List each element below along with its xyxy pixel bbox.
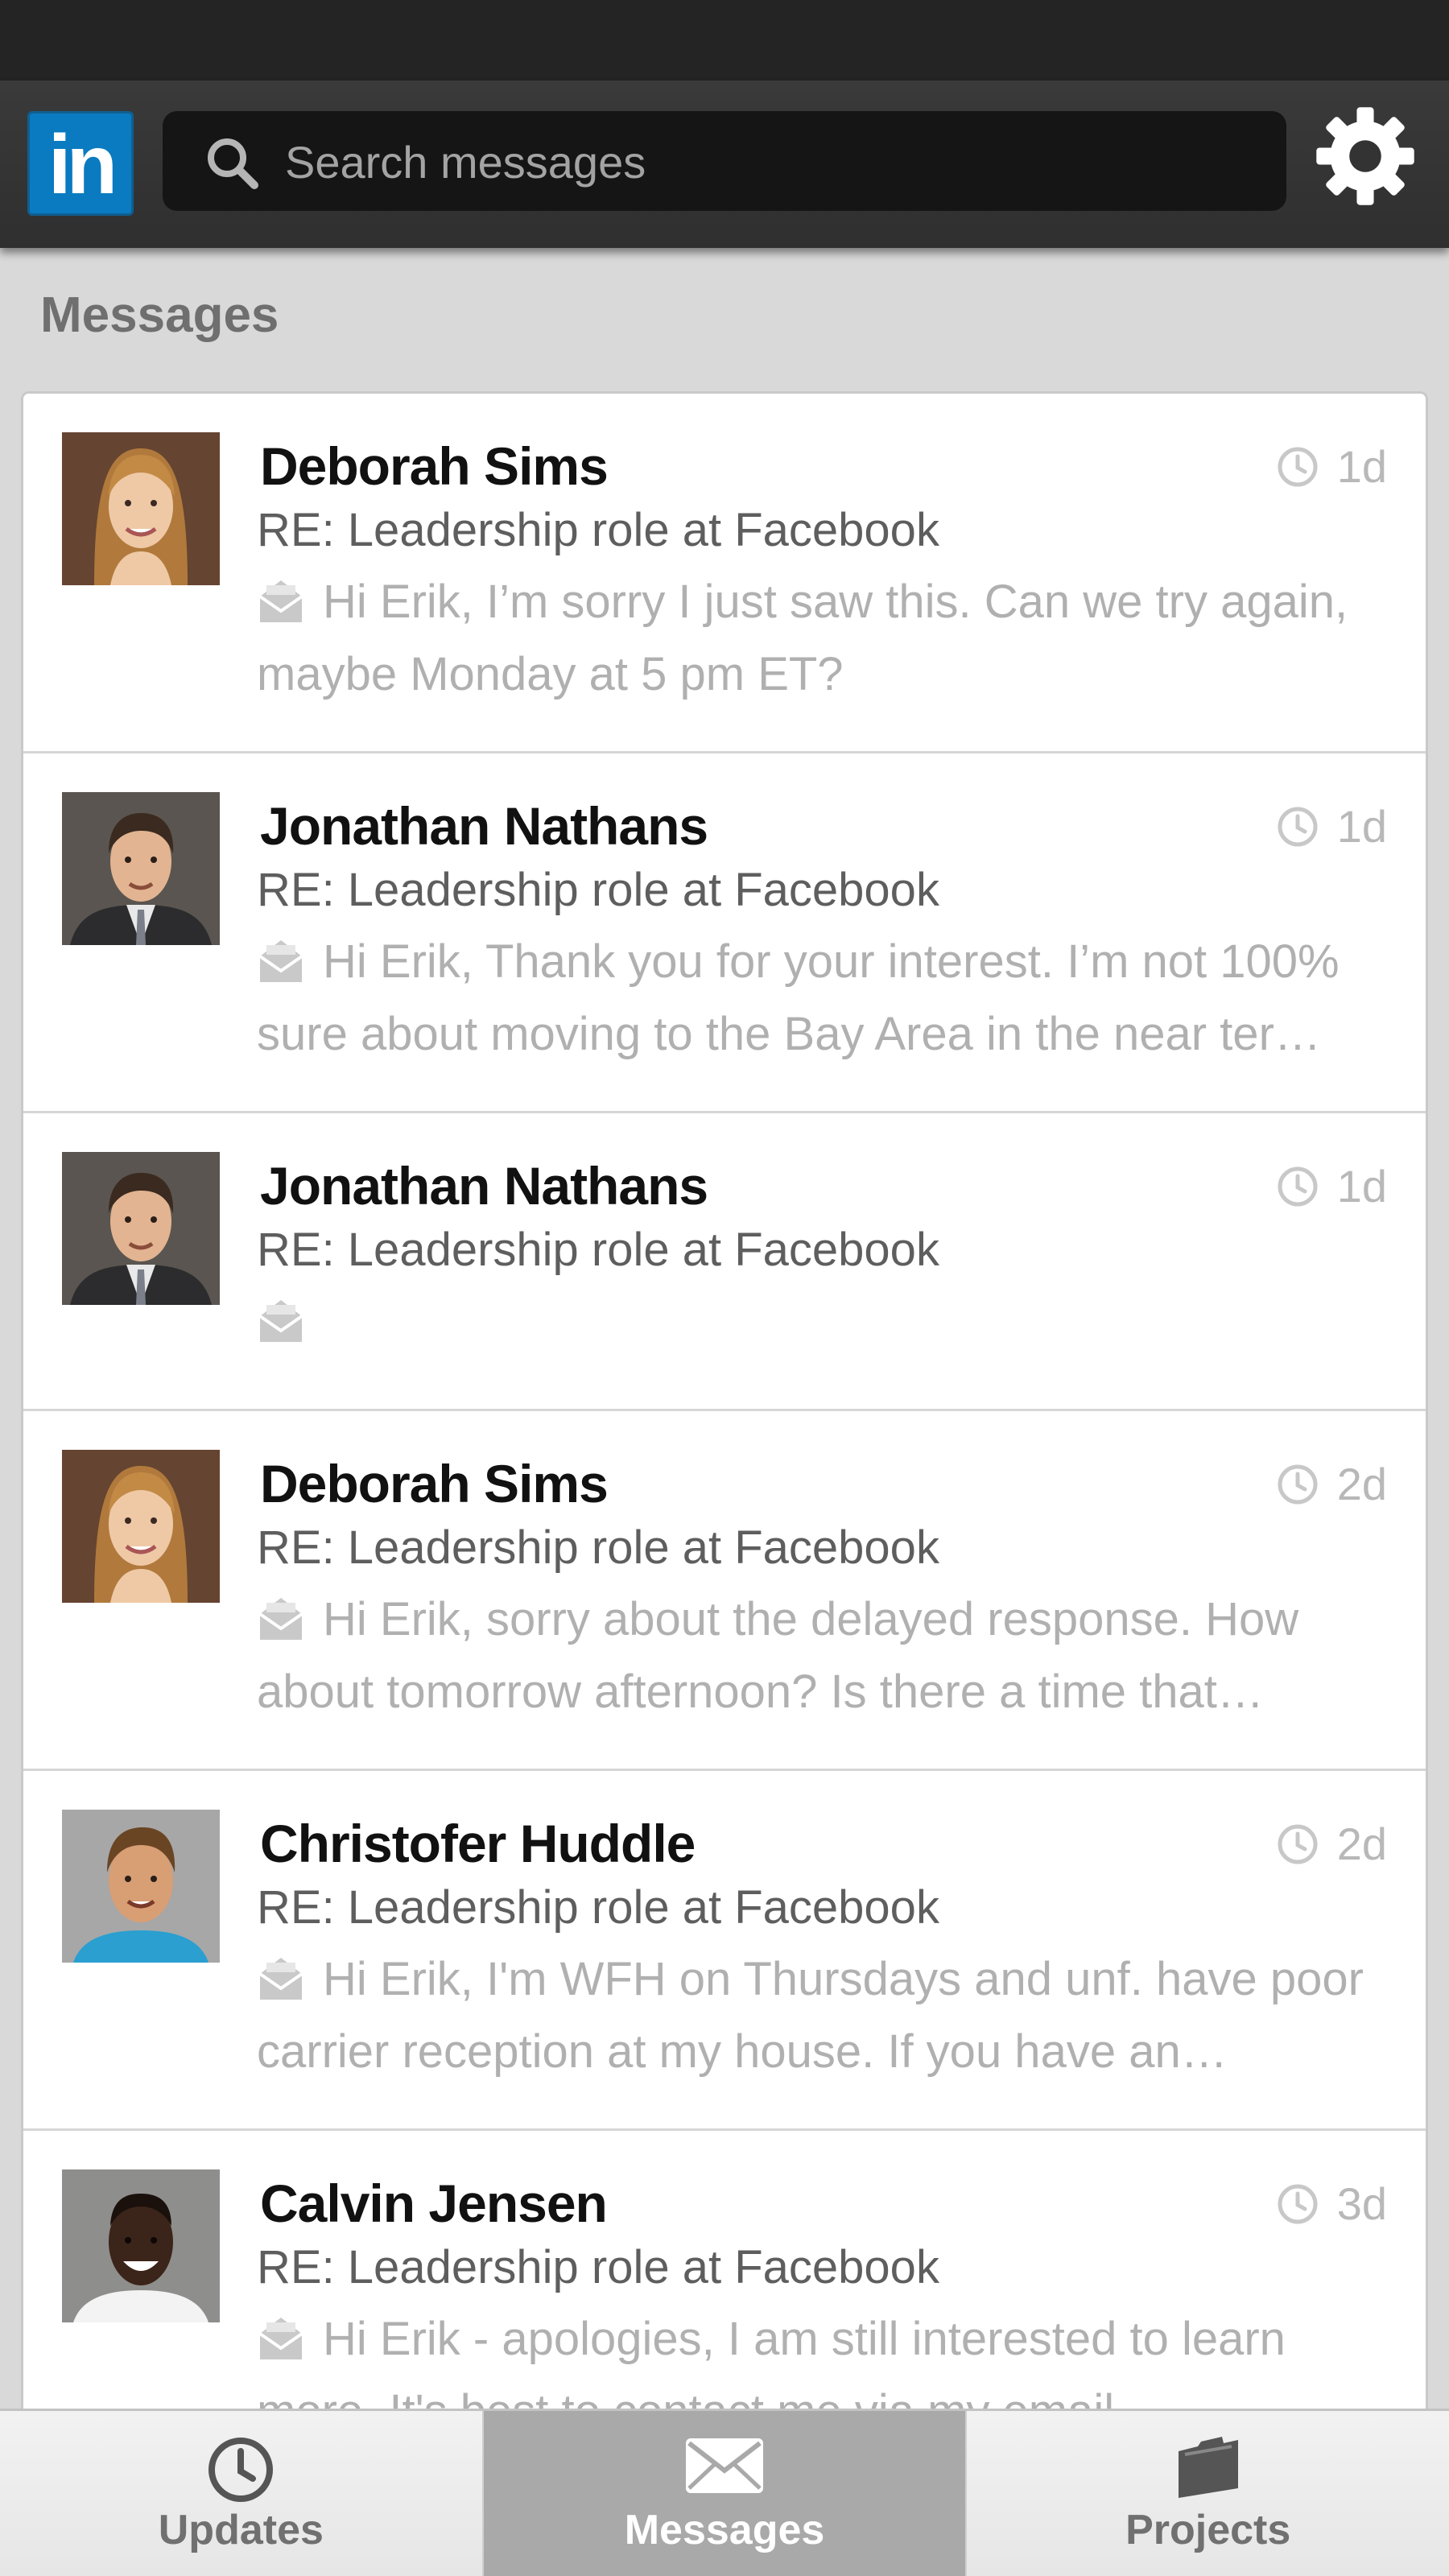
message-list[interactable]: Deborah Sims 1d RE: Leadership role at Fac… (21, 391, 1428, 2409)
avatar (62, 1810, 220, 1963)
sender-name: Christofer Huddle (260, 1814, 696, 1873)
message-preview-text: Hi Erik, I’m sorry I just saw this. Can … (257, 576, 1348, 700)
tab-label: Updates (158, 2507, 324, 2553)
message-time-label: 1d (1336, 441, 1387, 492)
message-time-label: 1d (1336, 801, 1387, 852)
message-subject: RE: Leadership role at Facebook (257, 2241, 939, 2293)
clock-icon (1278, 1464, 1318, 1505)
message-item[interactable]: Deborah Sims 2d RE: Leadership role at Fac… (23, 1411, 1426, 1771)
tab-bar: Updates Messages Projects (0, 2409, 1449, 2576)
envelope-open-icon (257, 576, 305, 642)
message-subject: RE: Leadership role at Facebook (257, 1521, 939, 1574)
message-preview-text: Hi Erik, Thank you for your interest. I’… (257, 935, 1340, 1060)
sender-name: Calvin Jensen (260, 2174, 608, 2233)
message-subject: RE: Leadership role at Facebook (257, 504, 939, 556)
gear-icon[interactable] (1312, 103, 1418, 209)
message-time: 1d (1276, 440, 1387, 493)
sender-name: Jonathan Nathans (260, 1156, 708, 1216)
avatar (62, 1152, 220, 1305)
message-preview-text: Hi Erik, sorry about the delayed respons… (257, 1593, 1299, 1718)
sender-name: Deborah Sims (260, 436, 609, 496)
message-preview: Hi Erik - apologies, I am still interest… (257, 2306, 1416, 2409)
sender-name: Jonathan Nathans (260, 796, 708, 856)
message-preview: Hi Erik, Thank you for your interest. I’… (257, 929, 1416, 1067)
avatar (62, 792, 220, 945)
clock-icon (206, 2435, 275, 2508)
avatar (62, 432, 220, 585)
message-subject: RE: Leadership role at Facebook (257, 1881, 939, 1934)
message-time-label: 2d (1336, 1459, 1387, 1509)
message-time-label: 1d (1336, 1161, 1387, 1212)
avatar (62, 2169, 220, 2322)
message-item[interactable]: Calvin Jensen 3d RE: Leadership role at Fa… (23, 2131, 1426, 2409)
message-subject: RE: Leadership role at Facebook (257, 864, 939, 916)
message-item[interactable]: Christofer Huddle 2d RE: Leadership role a… (23, 1771, 1426, 2131)
app-bar: in (0, 80, 1449, 248)
avatar (62, 1450, 220, 1603)
tab-label: Projects (1125, 2507, 1291, 2553)
tab-projects[interactable]: Projects (967, 2411, 1449, 2576)
message-time: 3d (1276, 2178, 1387, 2230)
tab-updates[interactable]: Updates (0, 2411, 484, 2576)
clock-icon (1278, 447, 1318, 487)
message-time: 2d (1276, 1818, 1387, 1870)
section-title: Messages (40, 287, 279, 343)
clock-icon (1278, 1166, 1318, 1207)
message-preview (257, 1289, 1416, 1361)
envelope-icon (684, 2435, 765, 2500)
message-item[interactable]: Deborah Sims 1d RE: Leadership role at Fac… (23, 394, 1426, 753)
message-time: 1d (1276, 800, 1387, 852)
message-time-label: 3d (1336, 2178, 1387, 2229)
message-item[interactable]: Jonathan Nathans 1d RE: Leadership role at… (23, 753, 1426, 1113)
clock-icon (1278, 1824, 1318, 1864)
tab-messages[interactable]: Messages (483, 2411, 968, 2576)
folder-icon (1174, 2435, 1243, 2504)
message-item[interactable]: Jonathan Nathans 1d RE: Leadership role at… (23, 1113, 1426, 1411)
clock-icon (1278, 2184, 1318, 2224)
message-subject: RE: Leadership role at Facebook (257, 1224, 939, 1276)
message-time: 2d (1276, 1458, 1387, 1510)
message-preview: Hi Erik, I’m sorry I just saw this. Can … (257, 569, 1416, 708)
search-input[interactable] (283, 111, 1253, 213)
message-preview: Hi Erik, I'm WFH on Thursdays and unf. h… (257, 1946, 1416, 2085)
message-preview-text: Hi Erik, I'm WFH on Thursdays and unf. h… (257, 1953, 1364, 2078)
search-icon (208, 138, 258, 189)
sender-name: Deborah Sims (260, 1454, 609, 1513)
search-bar[interactable] (163, 111, 1286, 213)
envelope-open-icon (257, 1593, 305, 1659)
message-time-label: 2d (1336, 1818, 1387, 1869)
clock-icon (1278, 807, 1318, 847)
status-bar (0, 0, 1449, 80)
envelope-open-icon (257, 1953, 305, 2019)
envelope-open-icon (257, 1295, 305, 1361)
envelope-open-icon (257, 2313, 305, 2379)
tab-label: Messages (624, 2507, 825, 2553)
linkedin-logo[interactable]: in (27, 111, 134, 216)
message-preview-text: Hi Erik - apologies, I am still interest… (257, 2313, 1286, 2409)
envelope-open-icon (257, 935, 305, 1001)
message-time: 1d (1276, 1160, 1387, 1212)
message-preview: Hi Erik, sorry about the delayed respons… (257, 1587, 1416, 1725)
